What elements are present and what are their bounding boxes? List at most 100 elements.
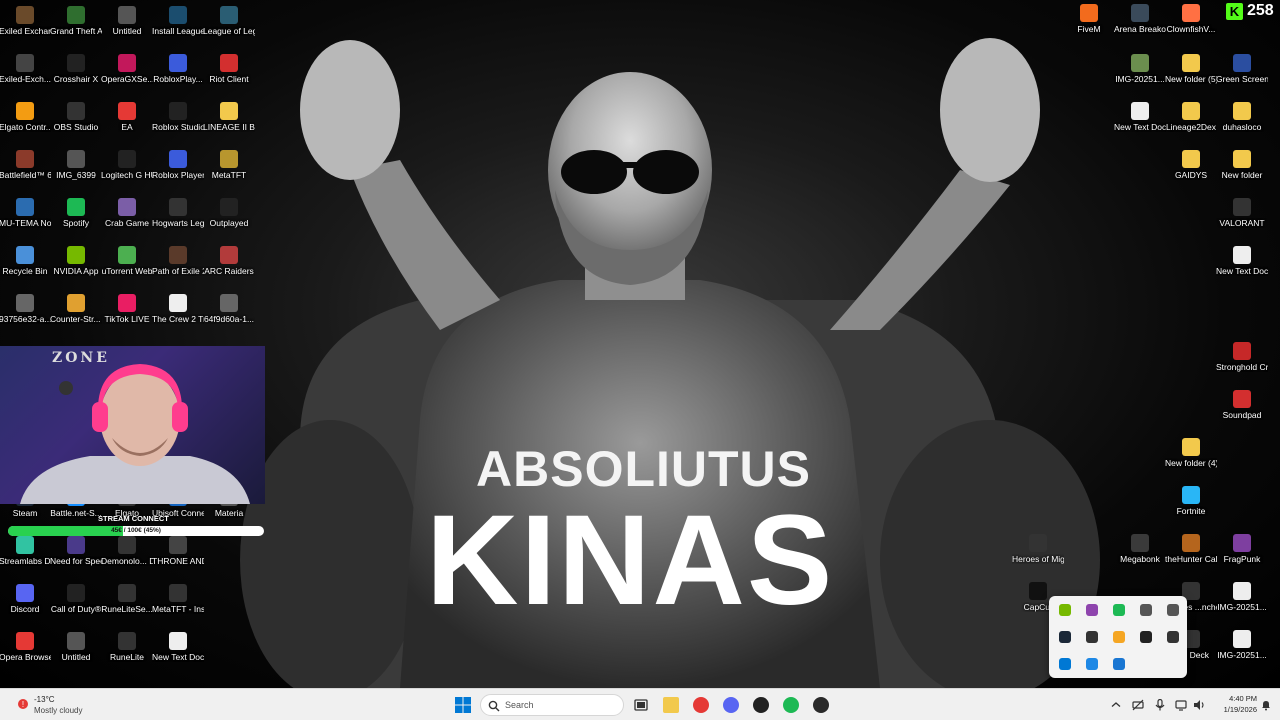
desktop-icon[interactable]: uTorrent Web: [101, 246, 153, 276]
obs-tray-icon[interactable]: [1140, 604, 1152, 616]
spotify-tray-icon[interactable]: [1113, 604, 1125, 616]
desktop-icon[interactable]: Green Screen: [1216, 54, 1268, 84]
desktop-icon[interactable]: Elgato Contr...: [0, 102, 51, 132]
desktop-icon[interactable]: Grand Theft Auto V Le...: [50, 6, 102, 36]
desktop-icon[interactable]: Stronghold Crusader ...: [1216, 342, 1268, 372]
desktop-icon[interactable]: Discord: [0, 584, 51, 614]
desktop-icon[interactable]: MetaTFT - Installer: [152, 584, 204, 614]
desktop-icon[interactable]: Battlefield™ 6: [0, 150, 51, 180]
logitech-tray-icon[interactable]: [1140, 631, 1152, 643]
desktop-icon[interactable]: Untitled: [50, 632, 102, 662]
desktop-icon[interactable]: OBS Studio: [50, 102, 102, 132]
task-view-button[interactable]: [630, 694, 652, 716]
wifi-tray-button[interactable]: [1172, 694, 1190, 716]
desktop-icon[interactable]: Crosshair X: [50, 54, 102, 84]
desktop-icon[interactable]: Opera Browser: [0, 632, 51, 662]
desktop-icon[interactable]: EA: [101, 102, 153, 132]
notifications-button[interactable]: [1257, 694, 1275, 716]
desktop-icon[interactable]: Streamlabs Desktop: [0, 536, 51, 566]
desktop-icon[interactable]: LINEAGE II BOHPTS: [203, 102, 255, 132]
desktop-icon[interactable]: 64f9d60a-1...: [203, 294, 255, 324]
desktop-icon[interactable]: NVIDIA App: [50, 246, 102, 276]
desktop-icon[interactable]: Call of Duty®: [50, 584, 102, 614]
desktop-icon[interactable]: Install League of Legends ...: [152, 6, 204, 36]
onedrive-tray-icon[interactable]: [1059, 658, 1071, 670]
desktop-icon[interactable]: theHunter Call of t...: [1165, 534, 1217, 564]
desktop-icon[interactable]: Riot Client: [203, 54, 255, 84]
norton-tray-icon[interactable]: [1113, 631, 1125, 643]
desktop-icon[interactable]: ARC Raiders: [203, 246, 255, 276]
desktop-icon[interactable]: New Text Docume...: [152, 632, 204, 662]
controller-tray-icon[interactable]: [1167, 604, 1179, 616]
desktop-icon[interactable]: Path of Exile 2: [152, 246, 204, 276]
desktop-icon[interactable]: Roblox Studio: [152, 102, 204, 132]
desktop-icon[interactable]: Need for Speed™ Heat: [50, 536, 102, 566]
desktop-icon[interactable]: New folder (4): [1165, 438, 1217, 468]
riot-tray-icon[interactable]: [1167, 631, 1179, 643]
desktop-icon[interactable]: duhasloco: [1216, 102, 1268, 132]
desktop-icon[interactable]: Spotify: [50, 198, 102, 228]
desktop-icon[interactable]: The Crew 2 Trial: [152, 294, 204, 324]
desktop-icon[interactable]: Lineage2Dex: [1165, 102, 1217, 132]
desktop-icon[interactable]: FiveM: [1063, 4, 1115, 34]
desktop-icon[interactable]: Untitled: [101, 6, 153, 36]
razer-tray-icon[interactable]: [1086, 631, 1098, 643]
desktop-icon[interactable]: RobloxPlay...: [152, 54, 204, 84]
desktop-icon[interactable]: IMG-20251...: [1114, 54, 1166, 84]
desktop-icon[interactable]: TikTok LIVE: [101, 294, 153, 324]
taskbar-app-button[interactable]: [810, 694, 832, 716]
desktop-icon[interactable]: THRONE AND LIBERTY: [152, 536, 204, 566]
desktop-icon[interactable]: Heroes of Might & ...: [1012, 534, 1064, 564]
desktop-icon[interactable]: Outplayed: [203, 198, 255, 228]
desktop-icon[interactable]: IMG_6399: [50, 150, 102, 180]
desktop-icon[interactable]: IMG-20251...: [1216, 582, 1268, 612]
desktop-icon[interactable]: Megabonk: [1114, 534, 1166, 564]
weather-widget[interactable]: ! -13°C Mostly cloudy: [14, 693, 124, 717]
desktop-icon[interactable]: MetaTFT: [203, 150, 255, 180]
desktop-icon[interactable]: Roblox Player: [152, 150, 204, 180]
desktop-icon[interactable]: ClownfishV...: [1165, 4, 1217, 34]
desktop-icon[interactable]: VALORANT: [1216, 198, 1268, 228]
desktop-icon[interactable]: RuneLiteSe...: [101, 584, 153, 614]
network-tray-button[interactable]: [1129, 694, 1147, 716]
desktop-icon[interactable]: IMG-20251...: [1216, 630, 1268, 660]
desktop-icon[interactable]: MU-TEMA Nostalgija: [0, 198, 51, 228]
desktop-icon[interactable]: FragPunk: [1216, 534, 1268, 564]
desktop-icon[interactable]: 93756e32-a...: [0, 294, 51, 324]
taskbar-app-button[interactable]: [660, 694, 682, 716]
volume-tray-button[interactable]: [1190, 694, 1208, 716]
desktop-icon[interactable]: Recycle Bin: [0, 246, 51, 276]
desktop-icon[interactable]: OperaGXSe...: [101, 54, 153, 84]
start-button[interactable]: [452, 694, 474, 716]
taskbar-app-button[interactable]: [780, 694, 802, 716]
desktop-icon[interactable]: New Text Document: [1114, 102, 1166, 132]
microphone-tray-button[interactable]: [1151, 694, 1169, 716]
taskbar-clock[interactable]: 4:40 PM 1/19/2026: [1217, 693, 1257, 715]
nvidia-tray-icon[interactable]: [1059, 604, 1071, 616]
desktop-icon[interactable]: New Text Docume...: [1216, 246, 1268, 276]
bluetooth-tray-icon[interactable]: [1113, 658, 1125, 670]
taskbar-app-button[interactable]: [690, 694, 712, 716]
desktop-icon[interactable]: Crab Game: [101, 198, 153, 228]
desktop-icon[interactable]: New folder: [1216, 150, 1268, 180]
desktop-icon[interactable]: Logitech G HUB: [101, 150, 153, 180]
desktop-icon[interactable]: League of Legends: [203, 6, 255, 36]
desktop-icon[interactable]: Demonolo... Demo: [101, 536, 153, 566]
steam-tray-icon[interactable]: [1059, 631, 1071, 643]
taskbar-app-button[interactable]: [750, 694, 772, 716]
desktop-icon[interactable]: Counter-Str... 2: [50, 294, 102, 324]
desktop-icon[interactable]: GAIDYS: [1165, 150, 1217, 180]
desktop-icon[interactable]: RuneLite: [101, 632, 153, 662]
tray-overflow-button[interactable]: [1107, 694, 1125, 716]
desktop-icon[interactable]: Fortnite: [1165, 486, 1217, 516]
desktop-icon[interactable]: Exiled Exchange 2: [0, 6, 51, 36]
taskbar-search[interactable]: Search: [480, 694, 624, 716]
defender-tray-icon[interactable]: [1086, 658, 1098, 670]
desktop-icon[interactable]: New folder (5): [1165, 54, 1217, 84]
desktop-icon[interactable]: Hogwarts Legacy: [152, 198, 204, 228]
taskbar-app-button[interactable]: [720, 694, 742, 716]
desktop-icon[interactable]: Soundpad: [1216, 390, 1268, 420]
elgato-tray-icon[interactable]: [1086, 604, 1098, 616]
desktop-icon[interactable]: Exiled-Exch...: [0, 54, 51, 84]
desktop-icon[interactable]: Arena Breako...: [1114, 4, 1166, 34]
